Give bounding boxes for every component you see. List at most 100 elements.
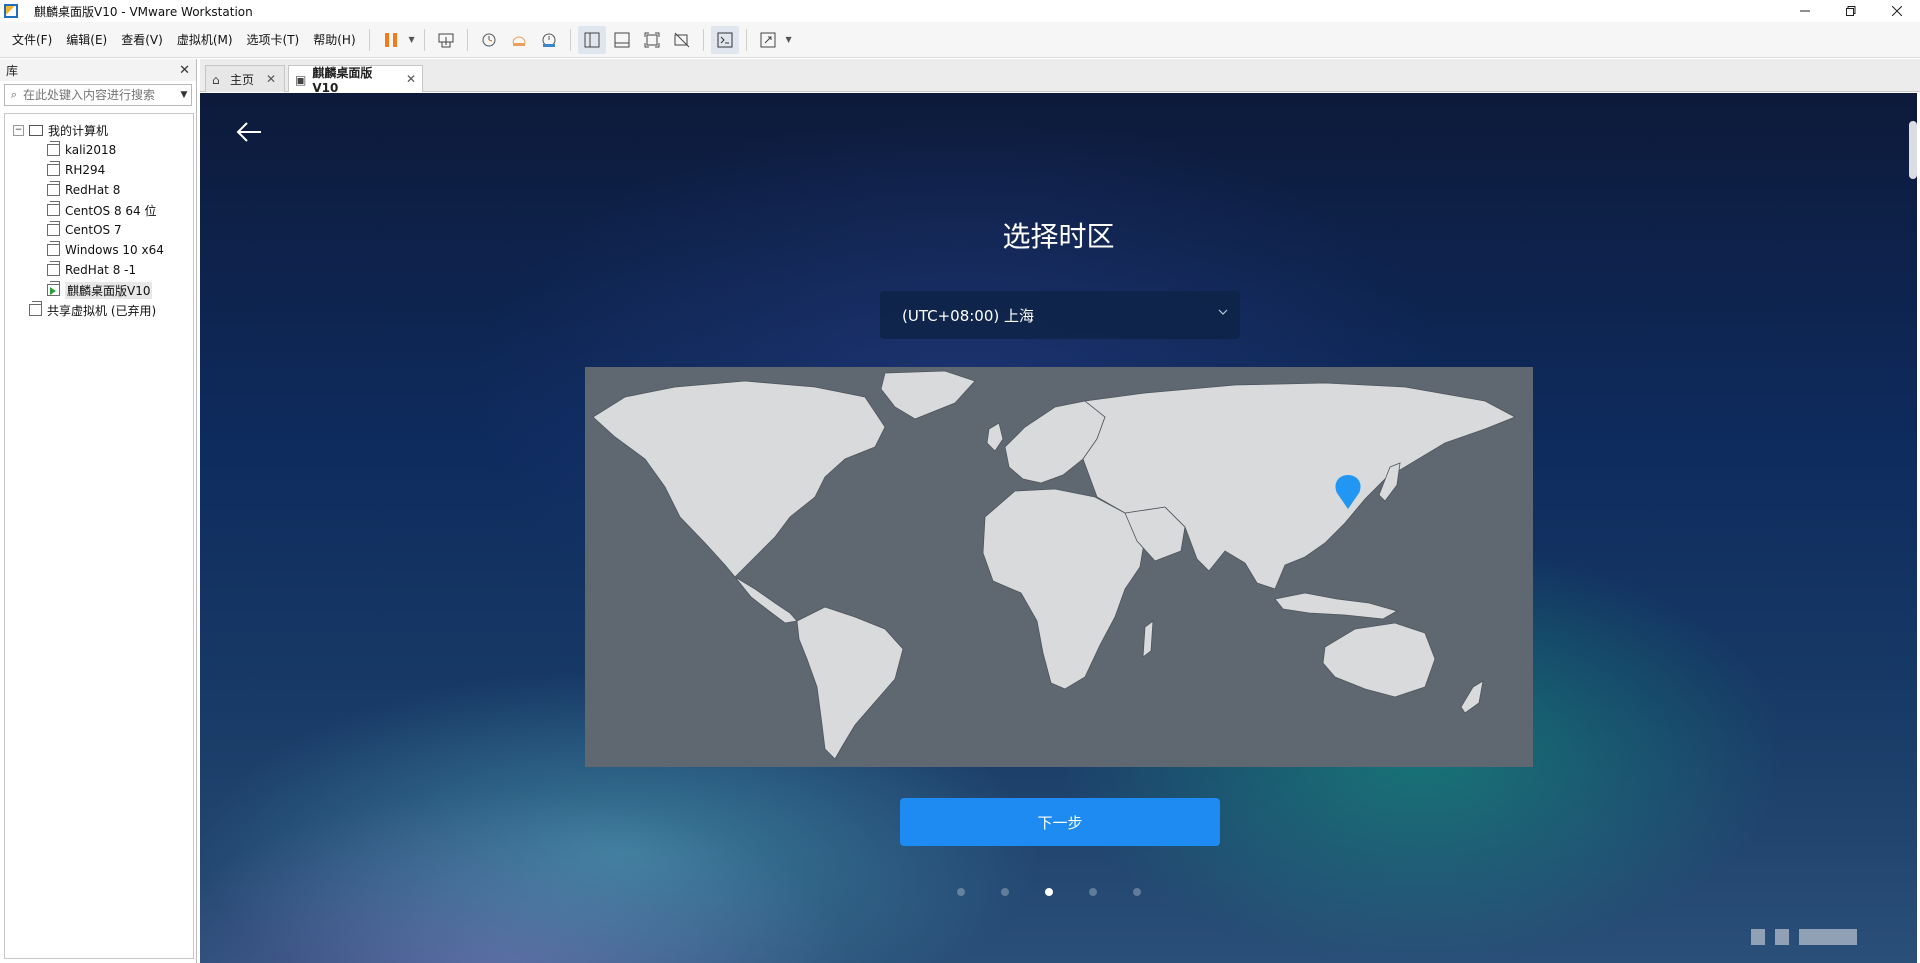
next-button[interactable]: 下一步 [900,798,1220,846]
back-arrow-icon[interactable] [235,120,263,144]
full-screen-button[interactable] [638,26,666,54]
revert-snapshot-icon [512,36,526,46]
revert-snapshot-button[interactable] [505,26,533,54]
tab-kylin-vm[interactable]: ▣ 麒麟桌面版V10 ✕ [288,65,423,95]
tree-label: 麒麟桌面版V10 [65,281,153,299]
minimize-icon [1800,10,1810,12]
unity-button[interactable] [668,26,696,54]
menu-help[interactable]: 帮助(H) [306,22,362,58]
vm-icon [47,221,60,236]
tree-label: Windows 10 x64 [65,243,164,257]
minimize-button[interactable] [1782,0,1828,22]
menu-tabs[interactable]: 选项卡(T) [240,22,307,58]
toolbar-separator [745,28,747,51]
console-view-button[interactable] [710,25,739,54]
tree-label: 共享虚拟机 (已弃用) [47,303,157,318]
page-dot [1000,888,1009,896]
unity-icon [674,32,689,47]
landmass-greenland [880,370,976,420]
snapshot-manager-button[interactable] [535,26,563,54]
tree-label: RedHat 8 [65,183,121,197]
snapshot-manager-icon [542,33,556,47]
landmass-asia [1082,382,1516,590]
toolbar-separator [702,28,704,51]
send-ctrl-alt-del-button[interactable] [432,26,460,54]
tree-label: 我的计算机 [48,123,109,138]
status-blocks [1751,929,1857,945]
timezone-value: (UTC+08:00) 上海 [902,306,1035,325]
close-icon [1892,6,1902,16]
computer-icon [29,124,43,136]
show-library-button[interactable] [577,25,606,54]
menu-view[interactable]: 查看(V) [114,22,170,58]
library-close-icon[interactable]: ✕ [179,63,190,78]
vm-icon [47,141,60,156]
world-map[interactable] [585,367,1533,767]
toolbar-separator [466,28,468,51]
thumbnail-bar-button[interactable] [608,26,636,54]
landmass-new-zealand [1460,680,1484,714]
power-dropdown[interactable]: ▼ [406,26,418,54]
stretch-guest-button[interactable] [754,26,782,54]
vmware-app-icon [4,4,18,18]
page-dot [956,888,965,896]
tab-label: 主页 [230,72,255,87]
page-dot [1088,888,1097,896]
vm-tab-icon: ▣ [295,73,307,87]
vm-icon [47,181,60,196]
tab-home[interactable]: ⌂ 主页 ✕ [205,65,285,92]
menu-file[interactable]: 文件(F) [5,22,59,58]
landmass-australia [1322,622,1436,698]
tab-label: 麒麟桌面版V10 [312,65,373,95]
tree-label: CentOS 8 64 位 [65,203,157,218]
landmass-central-america [734,576,798,624]
pause-icon [384,32,397,47]
vm-console[interactable]: 选择时区 (UTC+08:00) 上海 下一步 [200,93,1917,963]
landmass-indonesia [1274,592,1399,620]
library-panel: 库 ✕ ⌕ ▼ − 我的计算机 kali2018 RH294 RedHat 8 … [0,59,197,963]
close-button[interactable] [1874,0,1920,22]
tree-item-vm-selected[interactable]: 麒麟桌面版V10 [5,280,193,300]
landmass-africa [982,488,1146,690]
toolbar-separator [368,28,370,51]
landmass-south-america [796,606,904,760]
tree-item-vm[interactable]: RedHat 8 -1 [5,260,193,280]
tree-item-vm[interactable]: RH294 [5,160,193,180]
maximize-button[interactable] [1828,0,1874,22]
tree-label: RH294 [65,163,106,177]
toolbar-separator [569,28,571,51]
restore-icon [1846,6,1856,16]
vm-icon [47,261,60,276]
collapse-icon[interactable]: − [13,124,24,136]
library-search-input[interactable] [23,88,177,102]
tree-item-vm[interactable]: kali2018 [5,140,193,160]
tree-root-my-computer[interactable]: − 我的计算机 [5,120,193,140]
world-map-svg [592,370,1516,760]
menu-toolbar: 文件(F) 编辑(E) 查看(V) 虚拟机(M) 选项卡(T) 帮助(H) ▼ … [0,22,1920,58]
tree-item-vm[interactable]: Windows 10 x64 [5,240,193,260]
stretch-dropdown[interactable]: ▼ [783,26,795,54]
search-dropdown-icon[interactable]: ▼ [177,90,191,100]
tree-item-vm[interactable]: CentOS 8 64 位 [5,200,193,220]
landmass-north-america [592,380,886,578]
search-icon: ⌕ [10,88,18,101]
menu-edit[interactable]: 编辑(E) [59,22,114,58]
landmass-madagascar [1142,620,1154,658]
tab-close-icon[interactable]: ✕ [406,72,416,86]
pause-button[interactable] [377,26,405,54]
snapshot-clock-icon [482,33,496,46]
toolbar-separator [423,28,425,51]
snapshot-button[interactable] [475,26,503,54]
vm-scrollbar[interactable] [1909,121,1917,179]
tree-item-vm[interactable]: RedHat 8 [5,180,193,200]
menu-vm[interactable]: 虚拟机(M) [170,22,240,58]
tab-close-icon[interactable]: ✕ [266,72,276,86]
library-search: ⌕ ▼ [4,84,192,106]
tree-item-vm[interactable]: CentOS 7 [5,220,193,240]
page-indicator [200,888,1907,896]
landmass-britain [986,422,1004,452]
tree-shared-vms[interactable]: 共享虚拟机 (已弃用) [5,300,193,320]
timezone-select[interactable]: (UTC+08:00) 上海 [880,291,1240,339]
title-bar: 麒麟桌面版V10 - VMware Workstation [0,0,1920,22]
status-block [1751,929,1765,945]
